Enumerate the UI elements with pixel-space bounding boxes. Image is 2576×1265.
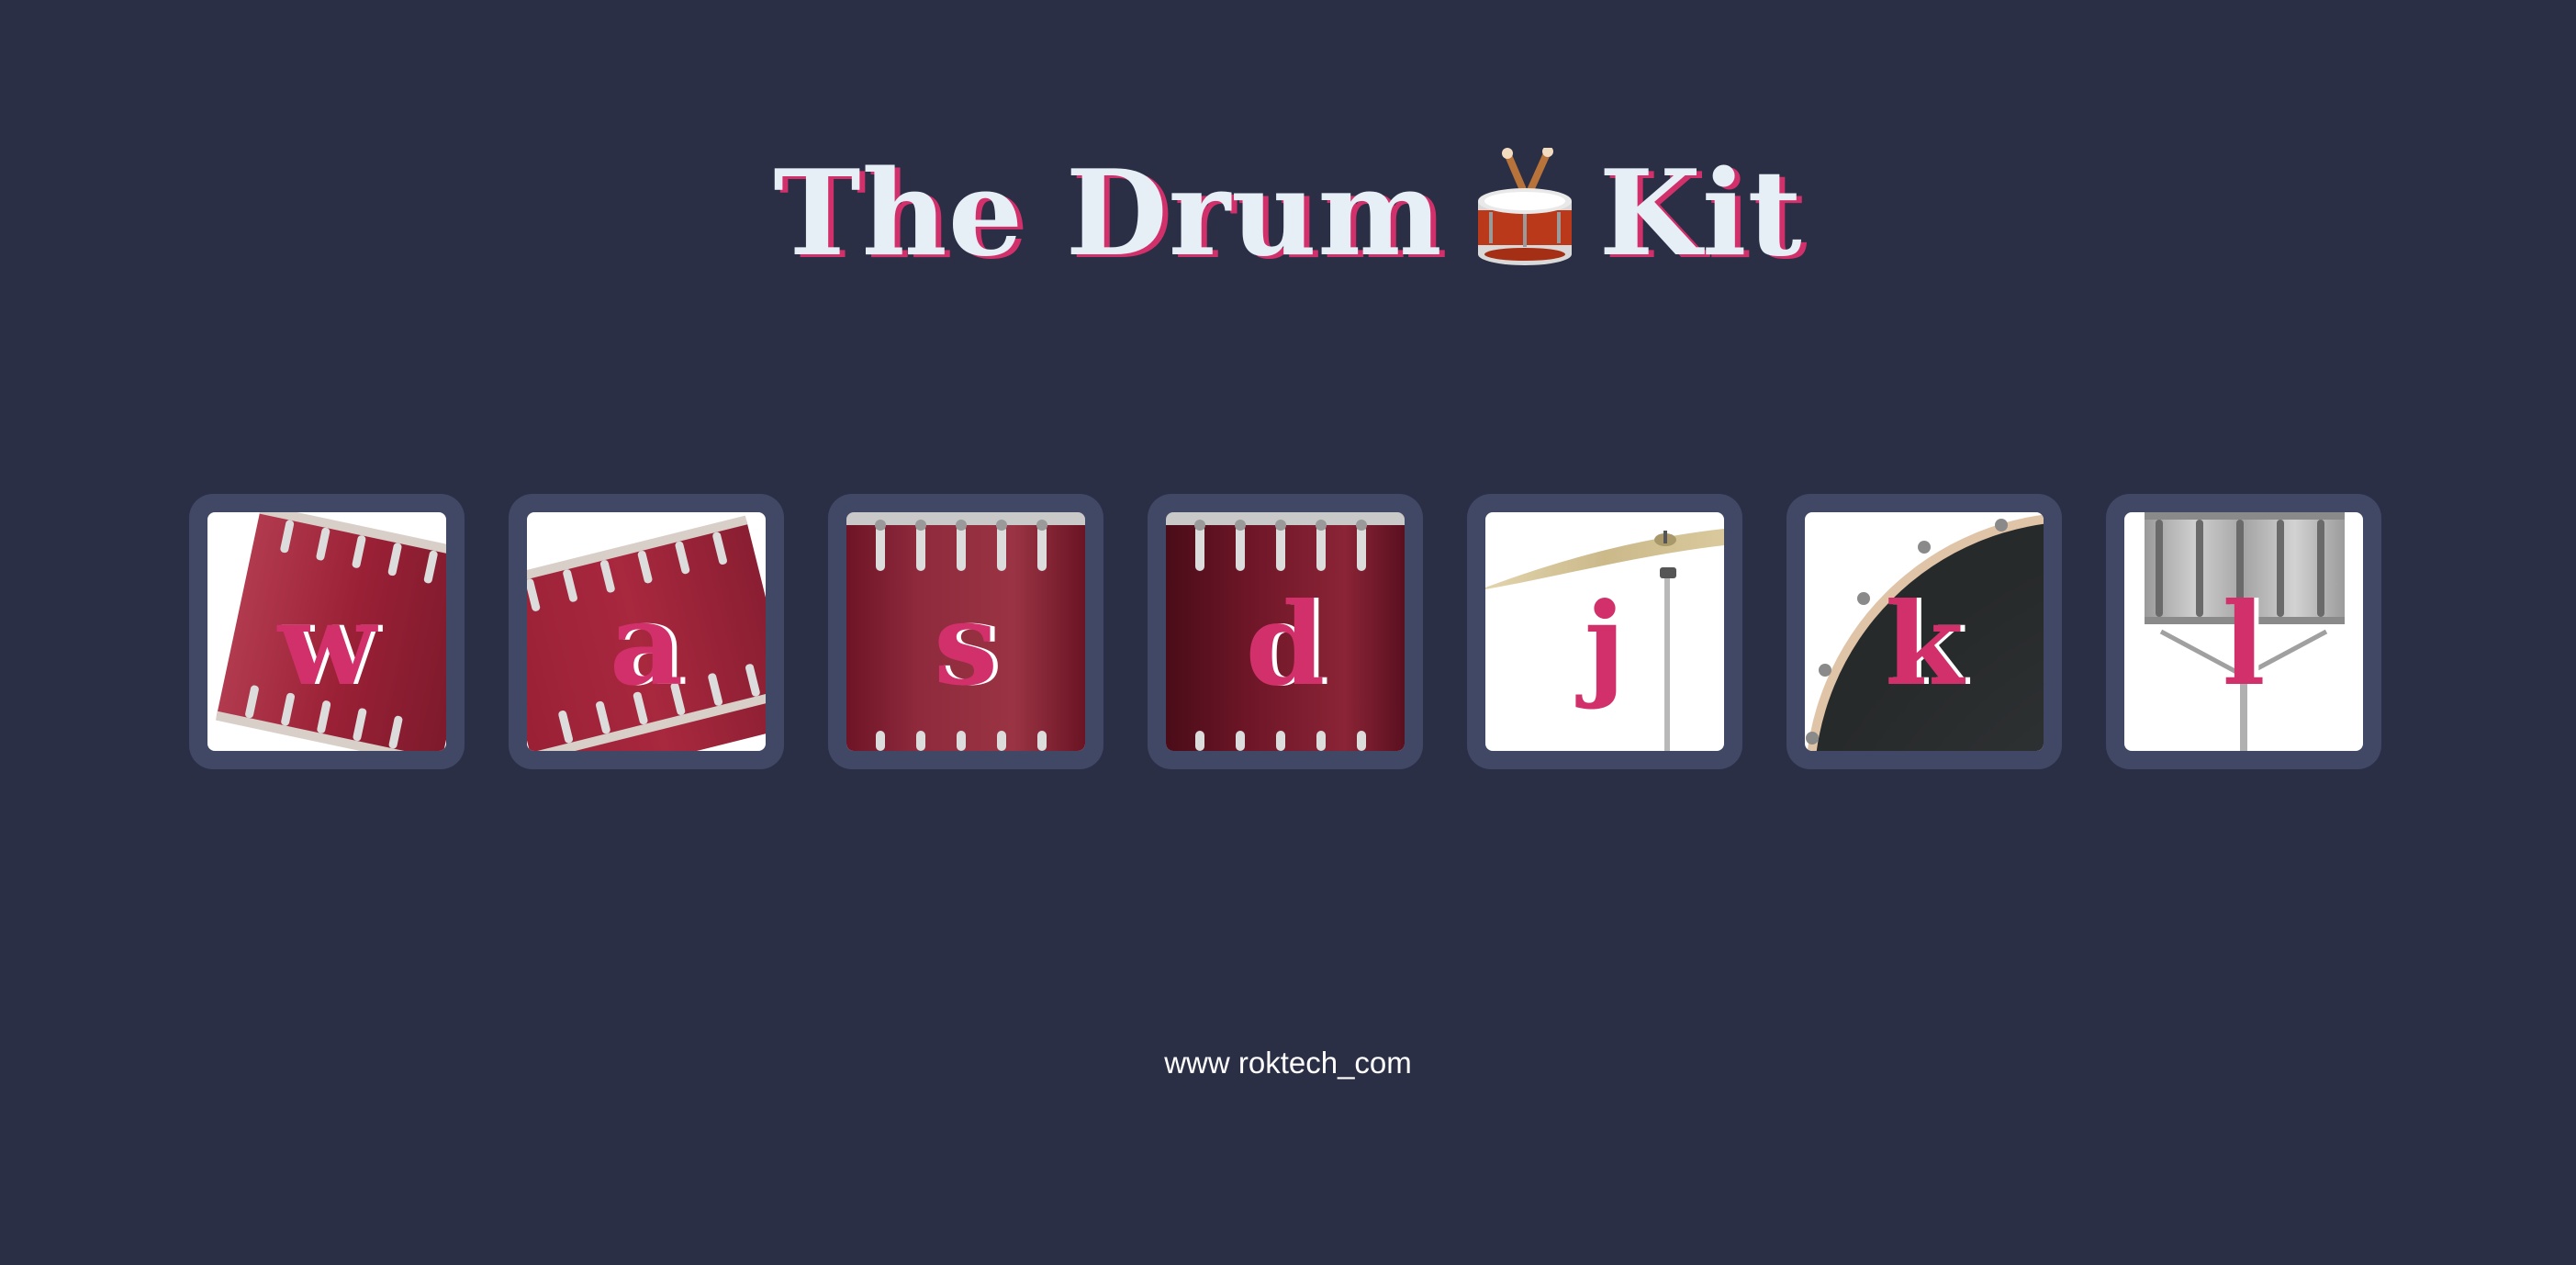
drum-button-k[interactable]: k: [1786, 494, 2062, 769]
drum-button-s[interactable]: s: [828, 494, 1103, 769]
drum-key-label-w: w: [277, 578, 376, 711]
drum-key-label-a: a: [609, 578, 684, 711]
drum-image-s: s: [846, 512, 1085, 751]
drum-button-l[interactable]: l: [2106, 494, 2381, 769]
drum-emoji-icon: [1471, 145, 1579, 267]
drum-key-label-j: j: [1584, 578, 1626, 711]
drum-key-label-l: l: [2222, 578, 2266, 711]
drum-key-label-k: k: [1885, 578, 1964, 711]
drum-image-j: j: [1485, 512, 1724, 751]
drum-image-d: d: [1166, 512, 1405, 751]
drum-image-a: a: [527, 512, 766, 751]
drum-key-label-d: d: [1245, 578, 1326, 711]
drum-image-l: l: [2124, 512, 2363, 751]
page-title: The Drum Kit: [0, 136, 2576, 292]
drum-button-w[interactable]: w: [189, 494, 465, 769]
drum-button-j[interactable]: j: [1467, 494, 1742, 769]
drum-image-w: w: [207, 512, 446, 751]
drum-button-a[interactable]: a: [509, 494, 784, 769]
drum-image-k: k: [1805, 512, 2044, 751]
footer-text: www roktech_com: [1164, 1046, 1412, 1080]
title-text-left: The Drum: [773, 144, 1443, 283]
drum-buttons-row: w a s d j k l: [189, 494, 2383, 769]
drum-key-label-s: s: [934, 578, 998, 711]
title-text-right: Kit: [1598, 144, 1803, 283]
drum-button-d[interactable]: d: [1148, 494, 1423, 769]
